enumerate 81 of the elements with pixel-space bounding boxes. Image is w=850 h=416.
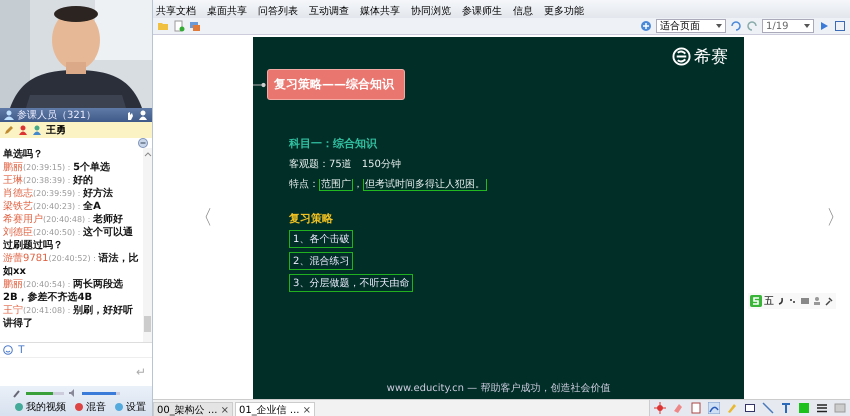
toolbar-button[interactable]: 媒体共享 — [359, 6, 401, 18]
save-icon[interactable] — [834, 402, 846, 414]
fullscreen-icon[interactable] — [834, 20, 846, 32]
scroll-thumb[interactable] — [144, 316, 151, 332]
zoom-dropdown[interactable]: 适合页面 — [656, 19, 726, 33]
user-icon[interactable] — [138, 110, 148, 120]
ime-toolbar[interactable]: 五 — [748, 293, 836, 309]
chat-message: 刘德臣(20:40:50)：这个可以通过刷题过吗？ — [3, 226, 134, 252]
feature-text: 特点： 范围广 ， 但考试时间多得让人犯困。 — [289, 178, 487, 191]
pen-icon[interactable] — [708, 402, 720, 414]
round-icon — [74, 402, 84, 412]
font-button[interactable]: T — [18, 344, 25, 356]
rotate-icon[interactable] — [746, 20, 758, 32]
chat-message: 鹏丽(20:40:54)：两长两段选2B，参差不齐选4B — [3, 278, 124, 304]
wrench-icon[interactable] — [824, 296, 834, 306]
user-icon — [32, 125, 42, 135]
page-field[interactable]: 1/19 — [762, 19, 814, 33]
collapse-icon[interactable] — [138, 138, 148, 148]
chat-message: 梁铁艺(20:40:23)：全A — [3, 200, 102, 213]
strategy-heading: 复习策略 — [289, 211, 333, 226]
slide-title: 复习策略——综合知识 — [267, 69, 405, 100]
control-button[interactable]: 我的视频 — [12, 400, 68, 414]
mic-slider[interactable] — [26, 392, 64, 394]
document-tab[interactable]: 00_架构公 ... × — [153, 402, 234, 416]
chat-message: 王琳(20:38:39)：好的 — [3, 174, 94, 187]
strategy-item: 1、各个击破 — [289, 230, 354, 248]
add-icon[interactable] — [640, 20, 652, 32]
chat-message: 肖德志(20:39:59)：好方法 — [3, 187, 114, 200]
logo-text: 希赛 — [694, 46, 728, 68]
add-document-icon[interactable] — [173, 20, 185, 32]
line-width-icon[interactable] — [816, 402, 828, 414]
subject-heading: 科目一：综合知识 — [289, 136, 377, 151]
caret-icon — [716, 24, 722, 28]
play-icon[interactable] — [818, 20, 830, 32]
chat-message: 鹏丽(20:39:15)：5个单选 — [3, 161, 112, 174]
rectangle-icon[interactable] — [744, 402, 756, 414]
scrollbar[interactable] — [143, 148, 152, 342]
logo-icon — [672, 47, 691, 66]
chat-message: 游蕾9781(20:40:52)：语法，比如xx — [3, 252, 140, 278]
rotate-icon[interactable] — [730, 20, 742, 32]
chat-message: 单选吗？ — [3, 148, 44, 161]
share-icon[interactable] — [189, 20, 201, 32]
pencil-icon[interactable] — [4, 125, 14, 135]
toolbar-button[interactable]: 共享文档 — [155, 6, 197, 18]
chat-message: 王宁(20:41:08)：别刷，好好听讲得了 — [3, 304, 134, 330]
pointer-icon[interactable] — [654, 402, 666, 414]
caret-icon — [804, 24, 810, 28]
speaker-slider[interactable] — [82, 392, 120, 394]
control-button[interactable]: 设置 — [112, 400, 148, 414]
text-tool-icon[interactable] — [780, 402, 792, 414]
toolbar-button[interactable]: 桌面共享 — [206, 6, 248, 18]
control-button[interactable]: 混音 — [72, 400, 108, 414]
round-icon — [114, 402, 124, 412]
people-icon — [4, 110, 14, 120]
toolbar-button[interactable]: 协同浏览 — [410, 6, 452, 18]
strategy-item: 3、分层做题，不听天由命 — [289, 274, 414, 292]
round-icon — [14, 402, 24, 412]
participants-label: 参课人员（321） — [17, 108, 96, 122]
dots-icon[interactable] — [788, 296, 798, 306]
ime-logo-icon — [750, 295, 762, 307]
keyboard-icon[interactable] — [800, 296, 810, 306]
toolbar-button[interactable]: 互动调查 — [308, 6, 350, 18]
connector-line — [253, 80, 267, 88]
user-name: 王勇 — [46, 124, 66, 137]
strategy-item: 2、混合练习 — [289, 252, 354, 270]
eraser-icon[interactable] — [672, 402, 684, 414]
toolbar-button[interactable]: 参课师生 — [461, 6, 503, 18]
document-tab[interactable]: 01_企业信 ... × — [235, 402, 316, 416]
toolbar-button[interactable]: 更多功能 — [543, 6, 585, 18]
microphone-icon — [12, 388, 22, 398]
hand-icon[interactable] — [125, 110, 135, 120]
color-swatch-icon[interactable] — [798, 402, 810, 414]
slide-footer: www.educity.cn — 帮助客户成功，创造社会价值 — [253, 381, 744, 399]
toolbar-button[interactable]: 问答列表 — [257, 6, 299, 18]
toolbar-button[interactable]: 信息 — [512, 6, 534, 18]
scroll-up-icon[interactable] — [144, 152, 152, 157]
chat-message: 希赛用户(20:40:48)：老师好 — [3, 213, 124, 226]
exam-info: 客观题：75道 150分钟 — [289, 158, 401, 171]
line-icon[interactable] — [762, 402, 774, 414]
smiley-icon[interactable] — [3, 345, 13, 355]
user-icon[interactable] — [18, 125, 28, 135]
